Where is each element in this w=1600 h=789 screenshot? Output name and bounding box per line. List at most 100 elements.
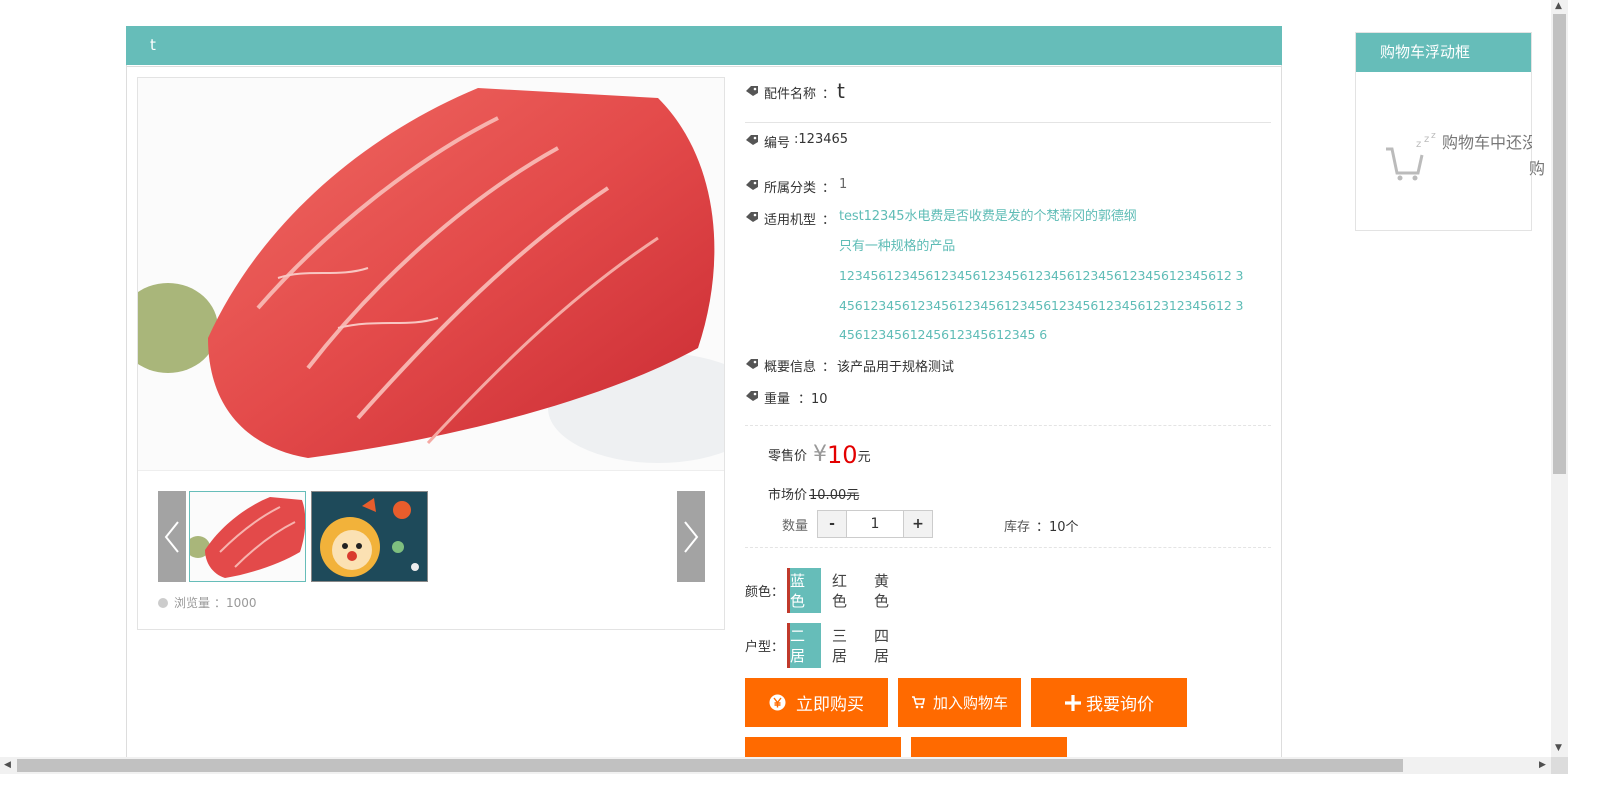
main-product-image [138,78,724,471]
divider [745,122,1271,123]
floating-cart-title: 购物车浮动框 [1356,33,1531,72]
page-margin [1568,0,1600,789]
tag-icon [746,180,758,190]
color-option-blue[interactable]: 蓝 色 [787,568,821,613]
stock-label: 库存 [1004,520,1031,535]
stock-row: 库存 ：10个 [1004,516,1079,535]
scroll-right-icon[interactable]: ▶ [1539,760,1546,770]
divider [127,66,1281,67]
model-line-1: test12345水电费是否收费是发的个梵蒂冈的郭德纲 [839,209,1137,224]
inquiry-button[interactable]: 我要询价 [1031,678,1187,727]
color-option-text: 黄 [874,572,890,590]
market-price-value: 10.00元 [809,488,860,503]
model-line-3: 1234561234561234561234561234561234561234… [839,268,1244,283]
currency-symbol: ¥ [813,442,828,467]
chevron-left-icon [164,520,179,553]
category-value: 1 [839,177,848,192]
layout-option-text: 居 [832,647,848,665]
layout-option-four-room[interactable]: 四 居 [872,623,906,668]
retail-price-label: 零售价 [768,449,808,464]
color-option-text: 色 [832,592,848,610]
color-option-yellow[interactable]: 黄 色 [872,568,906,613]
summary-sep: ： [822,360,836,375]
color-option-text: 色 [874,592,890,610]
scroll-up-icon[interactable]: ▲ [1555,1,1562,11]
model-row: 适用机型 ： test12345水电费是否收费是发的个梵蒂冈的郭德纲 只有一种规… [745,209,1259,350]
view-count: 浏览量 ：1000 [158,594,257,611]
retail-price-value: 10 [827,441,858,469]
thumbnail-1[interactable] [189,491,306,582]
vertical-scrollbar[interactable]: ▲ ▼ [1551,0,1568,757]
quantity-stepper: - + [817,510,933,538]
layout-option-text: 四 [874,627,890,645]
vertical-scroll-thumb[interactable] [1553,14,1566,474]
quantity-label: 数量 [782,519,809,534]
model-line-4: 4561234561234561234561234561234561234561… [839,297,1244,313]
tag-icon [746,86,758,96]
model-label: 适用机型 [764,213,817,228]
category-label: 所属分类 [764,181,817,196]
layout-option-text: 居 [790,647,806,665]
inquiry-label: 我要询价 [1086,695,1154,715]
name-label: 配件名称 [764,87,817,102]
weight-label: 重量 [764,392,791,407]
plus-icon [1064,694,1082,712]
category-row: 所属分类 ： 1 [745,177,847,196]
buy-now-button[interactable]: 立即购买 [745,678,888,727]
layout-option-text: 二 [790,627,806,645]
horizontal-scroll-thumb[interactable] [17,759,1403,772]
layout-option-three-room[interactable]: 三 居 [830,623,864,668]
scrollbar-corner [1551,757,1568,774]
weight-value: ：10 [798,392,828,407]
layout-option-text: 居 [874,647,890,665]
model-line-2: 只有一种规格的产品 [839,238,956,254]
quantity-increment-button[interactable]: + [904,511,932,537]
quantity-input[interactable] [846,511,904,537]
quantity-decrement-button[interactable]: - [818,511,846,537]
view-count-value: ：1000 [214,596,257,610]
view-count-label: 浏览量 [174,596,211,610]
market-price-row: 市场价 10.00元 [768,484,859,503]
empty-cart-message: 购物车中还没 [1442,133,1532,152]
model-value: test12345水电费是否收费是发的个梵蒂冈的郭德纲 只有一种规格的产品 12… [839,202,1259,350]
product-gallery: 浏览量 ：1000 [137,77,725,630]
add-to-cart-button[interactable]: 加入购物车 [898,678,1021,727]
layout-option-text: 三 [832,627,848,645]
page-margin [0,774,1600,789]
tag-icon [746,135,758,145]
tag-icon [746,359,758,369]
weight-row: 重量 ：10 [745,388,828,407]
layout-option-two-room[interactable]: 二 居 [787,623,821,668]
divider [745,547,1271,548]
product-title: t [150,36,156,54]
retail-price-row: 零售价 ¥ 10 元 [768,441,871,469]
svg-text:z: z [1431,133,1436,141]
stock-value: ：10个 [1036,520,1079,535]
category-sep: ： [822,181,836,196]
color-option-red[interactable]: 红 色 [830,568,864,613]
add-to-cart-label: 加入购物车 [932,694,1008,712]
scroll-down-icon[interactable]: ▼ [1555,743,1562,753]
name-row: 配件名称 ： t [745,81,845,102]
code-value: :123465 [794,132,849,147]
chevron-right-icon [684,520,699,553]
model-line-5: 4561234561245612345612345 6 [839,327,1048,342]
cart-icon [911,696,925,709]
summary-row: 概要信息 ： 该产品用于规格测试 [745,356,954,375]
buy-now-label: 立即购买 [796,695,864,715]
color-label: 颜色： [745,585,785,600]
thumbnail-2[interactable] [311,491,428,582]
page: t 浏览量 ：1000 配件名称 ： t 编号:123465 所属分类 ： 1… [0,0,1600,789]
summary-value: 该产品用于规格测试 [837,360,955,375]
empty-cart-message-2: 购 [1529,159,1546,178]
name-sep: ： [822,87,836,102]
scroll-left-icon[interactable]: ◀ [4,760,11,770]
thumbnail-next-button[interactable] [677,491,705,582]
svg-text:z: z [1424,134,1429,145]
code-row: 编号 :123465 [745,132,848,151]
market-price-label: 市场价 [768,488,808,503]
model-sep: ： [822,213,836,228]
horizontal-scrollbar[interactable]: ◀ ▶ [0,757,1551,774]
thumbnail-prev-button[interactable] [158,491,186,582]
product-title-bar: t [126,26,1282,65]
